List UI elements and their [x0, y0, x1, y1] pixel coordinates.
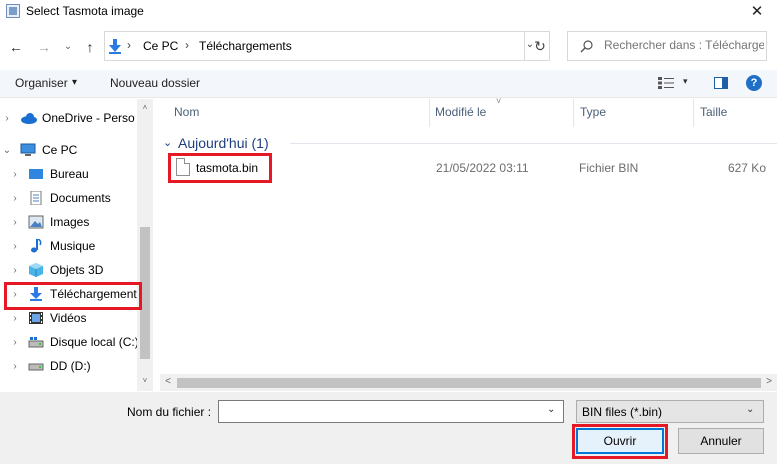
window-title: Select Tasmota image — [26, 4, 144, 18]
drive-icon — [28, 335, 44, 349]
scroll-up-icon[interactable]: ˄ — [137, 103, 153, 112]
highlight-box — [168, 153, 272, 183]
scroll-left-icon[interactable]: < — [160, 376, 176, 387]
drive-icon — [28, 359, 44, 373]
breadcrumb-item-telechargements[interactable]: Téléchargements — [199, 39, 292, 53]
sidebar-item-images[interactable]: › Images — [0, 210, 153, 234]
sort-caret-icon: ˅ — [496, 96, 502, 106]
sidebar-item-onedrive[interactable]: › OneDrive - Perso — [0, 106, 153, 130]
close-button[interactable]: ✕ — [737, 0, 777, 24]
sidebar-item-label: Disque local (C:) — [50, 335, 139, 349]
highlight-box — [572, 424, 668, 459]
back-button[interactable]: ← — [6, 37, 26, 57]
expand-chevron-icon[interactable]: › — [10, 193, 20, 204]
expand-chevron-icon[interactable]: › — [10, 313, 20, 324]
expand-chevron-icon[interactable]: › — [10, 337, 20, 348]
group-divider — [290, 143, 777, 144]
expand-chevron-icon[interactable]: › — [10, 361, 20, 372]
collapse-chevron-icon[interactable]: ⌄ — [2, 145, 12, 156]
forward-button[interactable]: → — [34, 37, 54, 57]
document-icon — [28, 190, 44, 206]
sidebar-item-bureau[interactable]: › Bureau — [0, 162, 153, 186]
sidebar-item-label: Images — [50, 215, 90, 229]
file-type: Fichier BIN — [579, 161, 639, 175]
view-options-icon[interactable] — [657, 76, 675, 90]
pictures-icon — [28, 215, 44, 229]
sidebar-item-objets-3d[interactable]: › Objets 3D — [0, 258, 153, 282]
expand-chevron-icon[interactable]: › — [10, 217, 20, 228]
video-icon — [28, 311, 44, 325]
highlight-box — [4, 282, 142, 310]
scroll-down-icon[interactable]: ˅ — [137, 376, 153, 385]
expand-chevron-icon[interactable]: › — [10, 241, 20, 252]
group-header[interactable]: Aujourd'hui (1) — [178, 135, 269, 151]
sidebar-item-label: Ce PC — [42, 143, 78, 157]
breadcrumb-item-ce-pc[interactable]: Ce PC — [143, 39, 178, 53]
recent-locations-icon[interactable]: ⌄ — [58, 37, 78, 57]
help-icon[interactable]: ? — [746, 75, 762, 91]
sidebar-item-dd[interactable]: › DD (D:) — [0, 354, 153, 378]
cancel-button[interactable]: Annuler — [678, 428, 764, 454]
sidebar-item-label: OneDrive - Perso — [42, 111, 135, 125]
sidebar-item-label: Bureau — [50, 167, 89, 181]
app-icon — [6, 4, 20, 18]
column-divider[interactable] — [693, 99, 694, 127]
column-header-type[interactable]: Type — [580, 105, 606, 119]
filename-input[interactable] — [218, 400, 564, 423]
breadcrumb-separator: › — [127, 38, 131, 52]
file-type-filter[interactable]: BIN files (*.bin) — [576, 400, 764, 423]
music-icon — [28, 238, 44, 253]
organize-button[interactable]: Organiser — [15, 76, 68, 90]
search-input[interactable] — [604, 38, 764, 52]
up-button[interactable]: ↑ — [80, 37, 100, 57]
expand-chevron-icon[interactable]: › — [2, 113, 12, 124]
filename-label: Nom du fichier : — [127, 405, 212, 419]
navigation-pane: › OneDrive - Perso ⌄ Ce PC › Bureau › Do… — [0, 99, 153, 391]
file-size: 627 Ko — [727, 161, 766, 175]
group-collapse-icon[interactable]: ⌄ — [163, 136, 172, 149]
sidebar-item-disque-local[interactable]: › Disque local (C:) — [0, 330, 153, 354]
column-header-size[interactable]: Taille — [700, 105, 727, 119]
column-header-name[interactable]: Nom — [174, 105, 199, 119]
cube-icon — [28, 263, 44, 277]
sidebar-item-label: Musique — [50, 239, 96, 253]
column-divider[interactable] — [573, 99, 574, 127]
search-icon — [580, 40, 593, 53]
cloud-icon — [20, 111, 37, 125]
sidebar-item-label: Documents — [50, 191, 111, 205]
organize-caret-icon[interactable]: ▾ — [72, 77, 77, 88]
scroll-right-icon[interactable]: > — [761, 376, 777, 387]
filter-dropdown-icon[interactable]: ⌄ — [746, 404, 754, 415]
expand-chevron-icon[interactable]: › — [10, 265, 20, 276]
sidebar-item-label: DD (D:) — [50, 359, 91, 373]
preview-pane-icon[interactable] — [714, 77, 728, 89]
sidebar-item-label: Objets 3D — [50, 263, 104, 277]
sidebar-item-label: Vidéos — [50, 311, 87, 325]
column-header-modified[interactable]: Modifié le — [435, 105, 486, 119]
file-modified: 21/05/2022 03:11 — [436, 161, 529, 175]
sidebar-item-musique[interactable]: › Musique — [0, 234, 153, 258]
refresh-icon[interactable]: ↻ — [531, 36, 549, 56]
horizontal-scrollbar-thumb[interactable] — [177, 378, 761, 388]
sidebar-item-documents[interactable]: › Documents — [0, 186, 153, 210]
breadcrumb-separator: › — [185, 38, 189, 52]
download-icon — [109, 39, 121, 54]
column-divider[interactable] — [429, 99, 430, 127]
sidebar-item-ce-pc[interactable]: ⌄ Ce PC — [0, 138, 153, 162]
view-dropdown-icon[interactable]: ▾ — [683, 76, 688, 87]
computer-icon — [20, 143, 36, 157]
expand-chevron-icon[interactable]: › — [10, 169, 20, 180]
new-folder-button[interactable]: Nouveau dossier — [110, 76, 200, 90]
filename-dropdown-icon[interactable]: ⌄ — [547, 404, 555, 415]
desktop-icon — [28, 167, 44, 181]
